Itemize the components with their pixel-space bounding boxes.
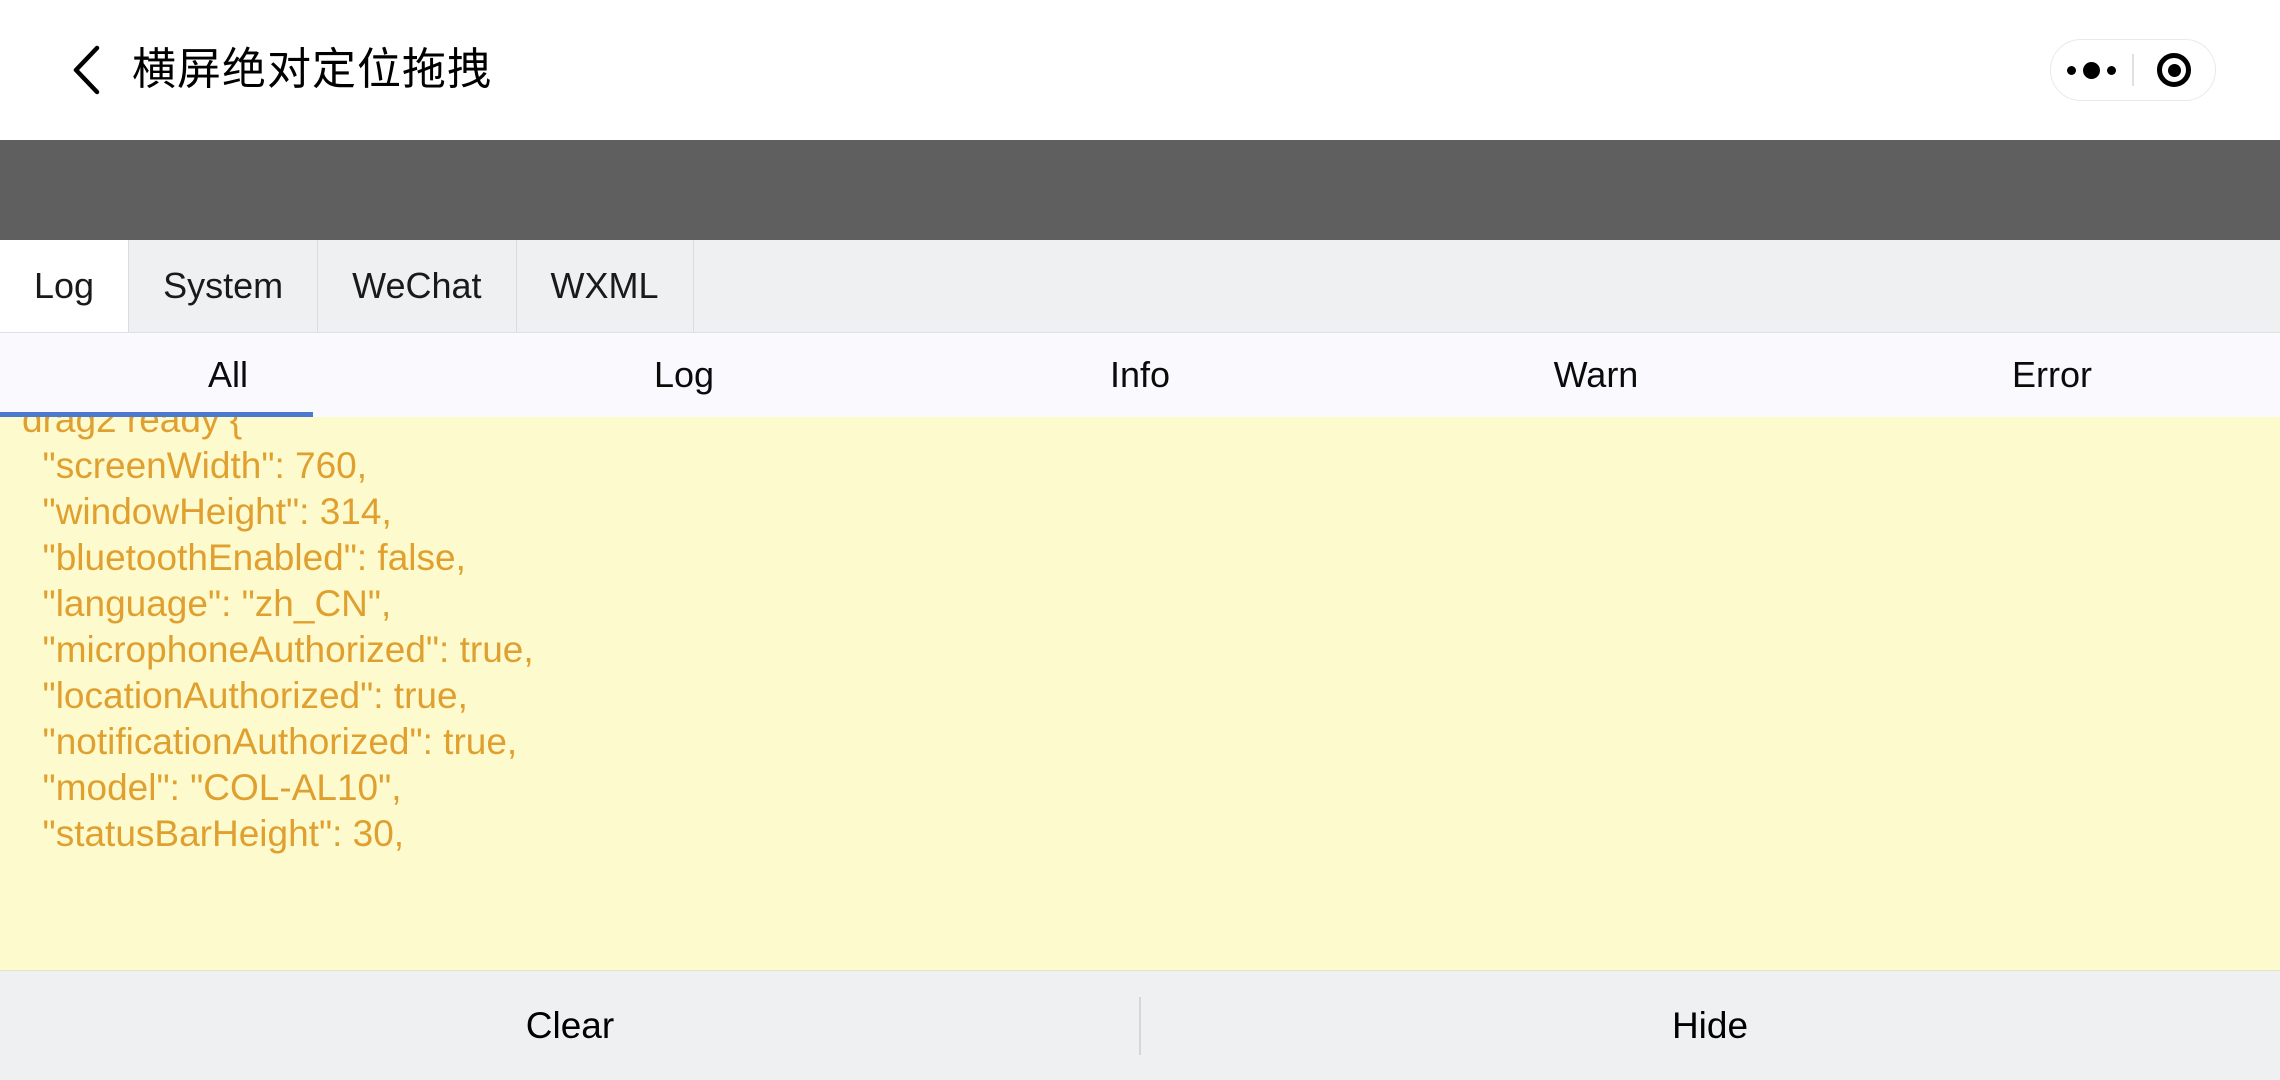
console-tab-bar: Log System WeChat WXML bbox=[0, 240, 2280, 333]
hide-button[interactable]: Hide bbox=[1140, 971, 2280, 1080]
log-output-area[interactable]: drag2 ready { "screenWidth": 760, "windo… bbox=[0, 417, 2280, 970]
page-title: 横屏绝对定位拖拽 bbox=[132, 45, 492, 94]
filter-log[interactable]: Log bbox=[456, 333, 912, 417]
tab-wxml[interactable]: WXML bbox=[516, 240, 694, 332]
log-line: "language": "zh_CN", bbox=[22, 583, 392, 624]
debug-console: Log System WeChat WXML All Log Info Warn… bbox=[0, 240, 2280, 1080]
more-dots-icon bbox=[2067, 61, 2117, 79]
more-menu-button[interactable] bbox=[2051, 40, 2132, 100]
tab-log[interactable]: Log bbox=[0, 240, 130, 332]
navigation-bar: 横屏绝对定位拖拽 bbox=[0, 0, 2280, 140]
tab-bar-filler bbox=[693, 240, 2280, 332]
capsule-menu bbox=[2050, 39, 2216, 101]
close-miniprogram-button[interactable] bbox=[2134, 40, 2215, 100]
dot-left bbox=[2067, 65, 2077, 75]
tab-system[interactable]: System bbox=[129, 240, 319, 332]
clear-button[interactable]: Clear bbox=[0, 971, 1140, 1080]
log-line: "microphoneAuthorized": true, bbox=[22, 629, 534, 670]
log-line: "bluetoothEnabled": false, bbox=[22, 537, 466, 578]
dot-right bbox=[2107, 65, 2117, 75]
log-line: "statusBarHeight": 30, bbox=[22, 813, 405, 854]
tab-wechat[interactable]: WeChat bbox=[318, 240, 517, 332]
dot-center bbox=[2083, 61, 2101, 79]
target-circle-icon bbox=[2157, 53, 2192, 87]
filter-warn[interactable]: Warn bbox=[1368, 333, 1824, 417]
filter-error[interactable]: Error bbox=[1824, 333, 2280, 417]
log-line: "model": "COL-AL10", bbox=[22, 767, 402, 808]
action-divider bbox=[1139, 997, 1141, 1055]
log-line: "screenWidth": 760, bbox=[22, 445, 368, 486]
filter-all[interactable]: All bbox=[0, 333, 456, 417]
console-action-bar: Clear Hide bbox=[0, 970, 2280, 1080]
back-button[interactable] bbox=[60, 43, 114, 97]
log-line: "locationAuthorized": true, bbox=[22, 675, 468, 716]
log-line: drag2 ready { bbox=[22, 417, 243, 440]
filter-info[interactable]: Info bbox=[912, 333, 1368, 417]
miniprogram-page-content bbox=[0, 140, 2280, 240]
log-filter-bar: All Log Info Warn Error bbox=[0, 333, 2280, 417]
log-line: "notificationAuthorized": true, bbox=[22, 721, 518, 762]
chevron-left-icon bbox=[73, 45, 100, 95]
log-line: "windowHeight": 314, bbox=[22, 491, 392, 532]
app-screen: 横屏绝对定位拖拽 Log System WeChat WXML All Log … bbox=[0, 0, 2280, 1080]
log-line-list: drag2 ready { "screenWidth": 760, "windo… bbox=[22, 417, 2258, 857]
